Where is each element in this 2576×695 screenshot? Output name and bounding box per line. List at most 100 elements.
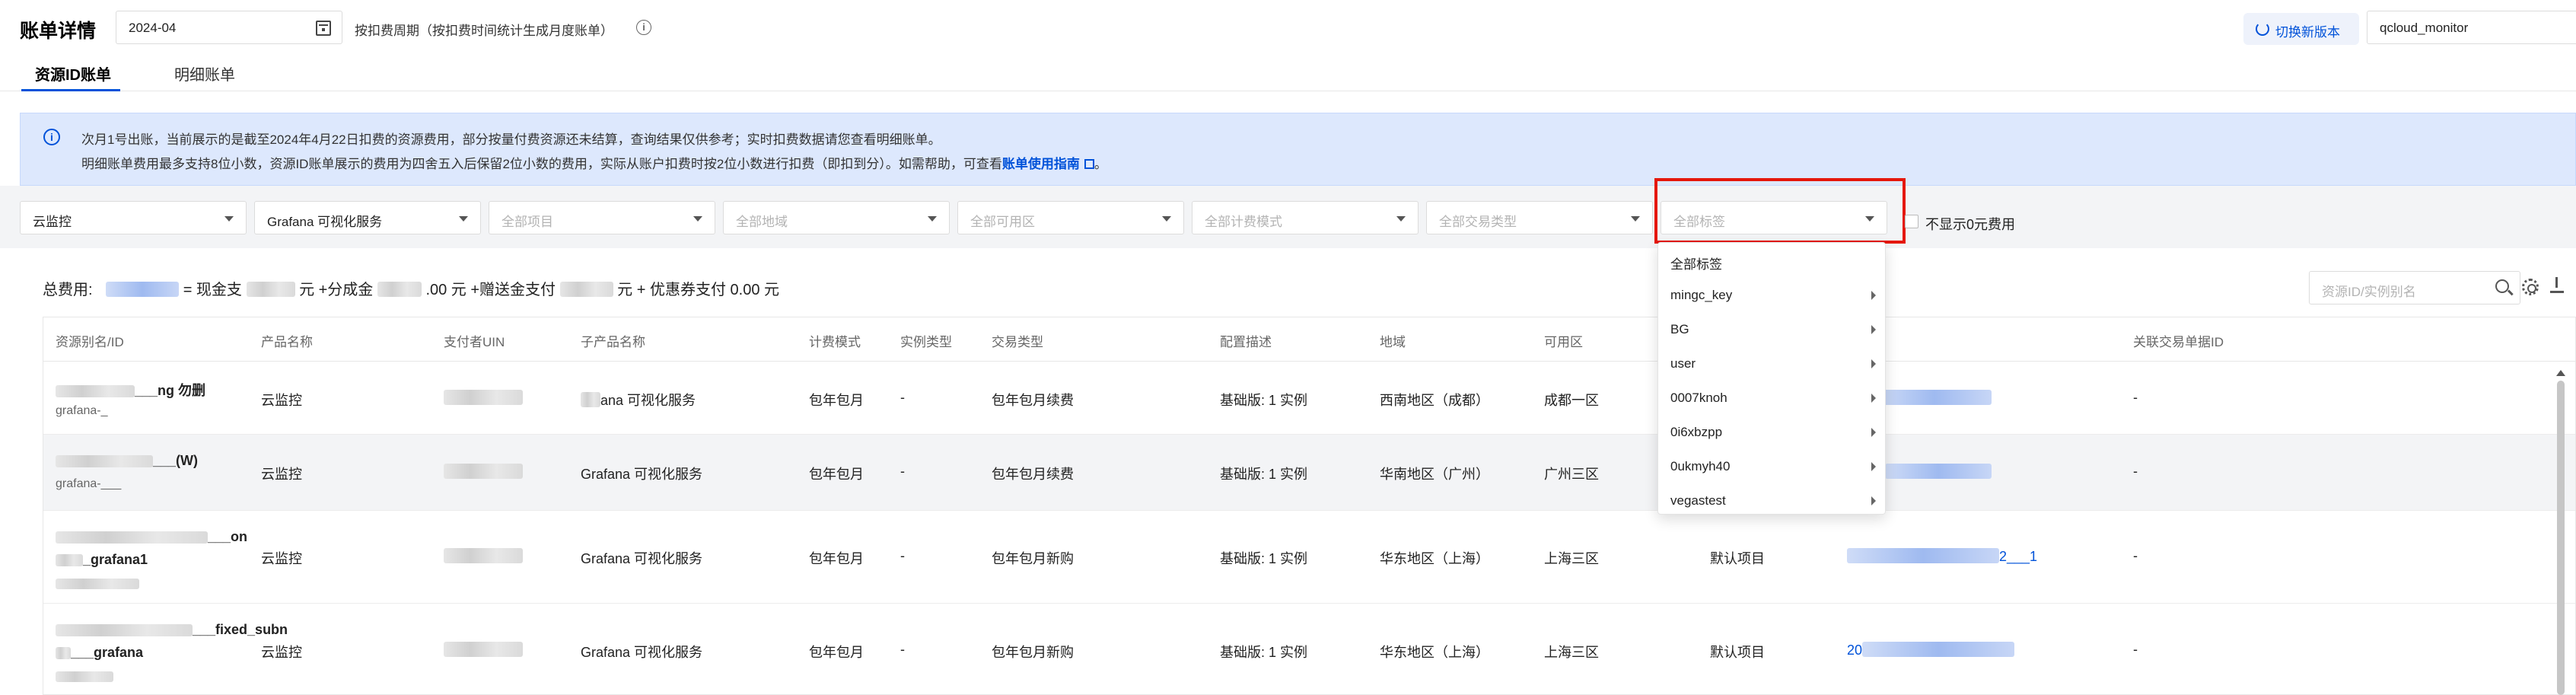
billing-mode: 包年包月 — [809, 393, 864, 408]
month-value: 2024-04 — [129, 21, 177, 35]
calendar-icon[interactable] — [316, 21, 331, 36]
notice-line-1: 次月1号出账，当前展示的是截至2024年4月22日扣费的资源费用，部分按量付费资… — [81, 132, 941, 147]
related-order-id: - — [2133, 642, 2138, 657]
zone-filter[interactable]: 全部可用区 — [957, 201, 1184, 234]
dropdown-item-bg[interactable]: BG — [1658, 313, 1887, 347]
external-link-icon — [1084, 159, 1094, 169]
table-row[interactable]: ___ng 勿删 grafana-_ 云监控 ana 可视化服务 包年包月 - … — [43, 362, 2575, 435]
tab-detail-bill[interactable]: 明细账单 — [174, 62, 235, 84]
region-filter[interactable]: 全部地域 — [723, 201, 950, 234]
dropdown-item-label: BG — [1670, 322, 1689, 336]
project: 默认项目 — [1710, 645, 1765, 660]
column-header: 产品名称 — [261, 335, 313, 349]
chevron-down-icon — [928, 216, 937, 222]
config-desc: 基础版: 1 实例 — [1220, 467, 1308, 482]
notice-line-2-end: 。 — [1094, 157, 1107, 171]
page-title: 账单详情 — [20, 21, 97, 42]
redacted-text — [56, 647, 71, 659]
dropdown-item-0007knoh[interactable]: 0007knoh — [1658, 381, 1887, 416]
region: 华南地区（广州） — [1380, 467, 1489, 482]
search-icon[interactable] — [2495, 279, 2509, 293]
month-picker[interactable]: 2024-04 — [116, 11, 342, 44]
redacted-text — [1847, 548, 1999, 563]
coupon-value: 0.00 元 — [730, 282, 780, 298]
project: 默认项目 — [1710, 551, 1765, 566]
hide-zero-checkbox[interactable] — [1905, 215, 1918, 228]
account-name: qcloud_monitor — [2380, 21, 2469, 35]
chevron-down-icon — [1162, 216, 1171, 222]
switch-icon — [2256, 22, 2269, 36]
scroll-up-icon[interactable] — [2556, 370, 2565, 376]
redacted-text — [581, 392, 600, 407]
product-name: 云监控 — [261, 645, 302, 660]
redacted-share — [377, 282, 422, 297]
payer-uin — [444, 390, 523, 406]
billing-mode: 包年包月 — [809, 551, 864, 566]
order-id-link[interactable]: 2___1 — [1847, 548, 2037, 565]
trade-type-filter[interactable]: 全部交易类型 — [1426, 201, 1653, 234]
trade-type-filter-value: 全部交易类型 — [1439, 215, 1517, 229]
redacted-text — [444, 548, 523, 563]
column-header: 资源别名/ID — [56, 335, 124, 349]
dropdown-item-user[interactable]: user — [1658, 347, 1887, 381]
dropdown-item-label: 0i6xbzpp — [1670, 425, 1723, 439]
switch-version-button[interactable]: 切换新版本 — [2243, 13, 2359, 45]
subproduct-filter[interactable]: Grafana 可视化服务 — [254, 201, 481, 234]
project-filter-value: 全部项目 — [502, 215, 553, 229]
tab-resource-id-bill[interactable]: 资源ID账单 — [35, 62, 111, 84]
dropdown-item-label: mingc_key — [1670, 288, 1733, 302]
account-selector[interactable]: qcloud_monitor — [2367, 11, 2576, 44]
payer-uin — [444, 642, 523, 658]
share-label: 元 +分成金 — [299, 282, 374, 298]
product-name: 云监控 — [261, 393, 302, 408]
gear-icon[interactable] — [2522, 279, 2539, 295]
chevron-down-icon — [693, 216, 702, 222]
redacted-text — [444, 390, 523, 405]
redacted-gift — [559, 282, 613, 297]
info-notice: i 次月1号出账，当前展示的是截至2024年4月22日扣费的资源费用，部分按量付… — [20, 113, 2576, 186]
region: 华东地区（上海） — [1380, 551, 1489, 566]
table-row[interactable]: ___(W) grafana-___ 云监控 Grafana 可视化服务 包年包… — [43, 435, 2575, 511]
dropdown-item-mingc-key[interactable]: mingc_key — [1658, 279, 1887, 313]
table-row[interactable]: ___on _grafana1 云监控 Grafana 可视化服务 包年包月 -… — [43, 511, 2575, 604]
dropdown-item-0i6xbzpp[interactable]: 0i6xbzpp — [1658, 416, 1887, 450]
table-row[interactable]: ___fixed_subn ___grafana 云监控 Grafana 可视化… — [43, 604, 2575, 694]
project-filter[interactable]: 全部项目 — [489, 201, 715, 234]
resource-id — [56, 668, 113, 684]
chevron-down-icon — [224, 216, 234, 222]
period-note: 按扣费周期（按扣费时间统计生成月度账单） — [355, 24, 613, 38]
redacted-text — [56, 624, 193, 636]
notice-line-2-text: 明细账单费用最多支持8位小数，资源ID账单展示的费用为四舍五入后保留2位小数的费… — [81, 157, 1002, 171]
coupon-label: 元 + 优惠券支付 — [617, 282, 726, 298]
resource-id — [56, 575, 139, 591]
dropdown-item-all-tags[interactable]: 全部标签 — [1658, 244, 1887, 279]
billing-mode-filter[interactable]: 全部计费模式 — [1192, 201, 1419, 234]
subproduct-name: Grafana 可视化服务 — [581, 467, 703, 482]
instance-type: - — [900, 390, 905, 405]
trade-type: 包年包月新购 — [992, 551, 1074, 566]
trade-type: 包年包月续费 — [992, 467, 1074, 482]
redacted-text — [56, 531, 208, 544]
instance-type: - — [900, 642, 905, 657]
chevron-right-icon — [1871, 428, 1876, 437]
notice-info-icon: i — [43, 129, 60, 145]
subproduct-name: Grafana 可视化服务 — [581, 645, 703, 660]
billing-guide-link[interactable]: 账单使用指南 — [1002, 157, 1094, 171]
total-cost-summary: 总费用: = 现金支 元 +分成金 .00 元 +赠送金支付 元 + 优惠券支付… — [43, 277, 779, 299]
scrollbar-thumb[interactable] — [2557, 381, 2565, 695]
info-icon[interactable]: i — [636, 20, 651, 35]
redacted-text — [1862, 642, 2015, 657]
order-id-link[interactable]: 20 — [1847, 642, 2015, 658]
column-header: 配置描述 — [1220, 335, 1272, 349]
download-icon[interactable] — [2549, 277, 2565, 295]
chevron-right-icon — [1871, 291, 1876, 300]
dropdown-item-0ukmyh40[interactable]: 0ukmyh40 — [1658, 450, 1887, 484]
zone: 成都一区 — [1544, 393, 1599, 408]
redacted-total — [106, 282, 180, 297]
resource-search-input[interactable]: 资源ID/实例别名 — [2309, 271, 2520, 304]
zone: 上海三区 — [1544, 551, 1599, 566]
dropdown-item-vegastest[interactable]: vegastest — [1658, 484, 1887, 518]
table-header: 资源别名/ID 产品名称 支付者UIN 子产品名称 计费模式 实例类型 交易类型… — [43, 317, 2575, 362]
dropdown-item-label: vegastest — [1670, 493, 1726, 508]
product-filter[interactable]: 云监控 — [20, 201, 247, 234]
